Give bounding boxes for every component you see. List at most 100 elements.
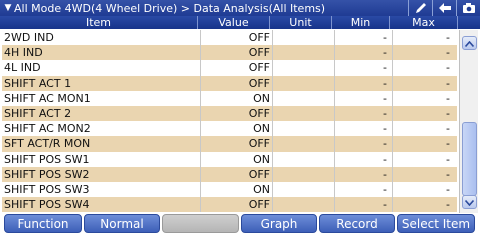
- max-cell: -: [446, 46, 450, 60]
- min-cell: -: [383, 137, 387, 151]
- chevron-up-icon: [464, 37, 475, 50]
- max-cell: -: [446, 198, 450, 212]
- max-cell: -: [446, 152, 450, 166]
- table-row[interactable]: SHIFT ACT 2 OFF - -: [2, 105, 457, 122]
- back-button[interactable]: [432, 0, 456, 16]
- min-cell: -: [383, 152, 387, 166]
- item-cell: 4H IND: [4, 46, 43, 60]
- column-divider: [392, 30, 393, 212]
- blank-button: [162, 214, 239, 233]
- table-row[interactable]: 4H IND OFF - -: [2, 45, 457, 61]
- value-cell: ON: [253, 152, 270, 166]
- max-cell: -: [446, 122, 450, 136]
- min-cell: -: [383, 198, 387, 212]
- max-cell: -: [446, 106, 450, 120]
- table-row[interactable]: SHIFT POS SW2 OFF - -: [2, 166, 457, 182]
- unit-cell: [274, 197, 332, 212]
- min-cell: -: [383, 106, 387, 120]
- column-header-min[interactable]: Min: [332, 16, 390, 29]
- table-row[interactable]: SHIFT POS SW1 ON - -: [2, 151, 457, 167]
- column-divider: [334, 30, 335, 212]
- menu-triangle-icon[interactable]: ▼: [2, 3, 14, 13]
- value-cell: OFF: [248, 106, 270, 120]
- max-cell: -: [446, 91, 450, 105]
- pen-icon: [414, 2, 428, 14]
- select-item-button[interactable]: Select Item: [397, 214, 475, 233]
- table-row[interactable]: SFT ACT/R MON OFF - -: [2, 136, 457, 152]
- unit-cell: [274, 106, 332, 121]
- value-cell: OFF: [248, 31, 270, 44]
- graph-button[interactable]: Graph: [241, 214, 317, 233]
- min-cell: -: [383, 76, 387, 90]
- table-row[interactable]: SHIFT POS SW3 ON - -: [2, 181, 457, 198]
- item-cell: SFT ACT/R MON: [4, 137, 91, 151]
- max-cell: -: [446, 167, 450, 181]
- title-bar: ▼ All Mode 4WD(4 Wheel Drive) > Data Ana…: [0, 0, 480, 16]
- table-row[interactable]: SHIFT POS SW4 OFF - -: [2, 197, 457, 212]
- item-cell: SHIFT AC MON1: [4, 91, 91, 105]
- min-cell: -: [383, 31, 387, 44]
- item-cell: SHIFT AC MON2: [4, 122, 91, 136]
- column-divider: [200, 30, 201, 212]
- item-cell: 4L IND: [4, 61, 41, 75]
- unit-cell: [274, 121, 332, 136]
- column-header-max[interactable]: Max: [390, 16, 458, 29]
- bottom-toolbar: Function Normal Graph Record Select Item: [0, 213, 480, 234]
- camera-icon: [462, 2, 476, 14]
- scroll-down-button[interactable]: [462, 195, 477, 209]
- function-button[interactable]: Function: [4, 214, 82, 233]
- max-cell: -: [446, 137, 450, 151]
- max-cell: -: [446, 31, 450, 44]
- unit-cell: [274, 167, 332, 182]
- min-cell: -: [383, 122, 387, 136]
- data-table: 2WD IND OFF - - 4H IND OFF - - 4L IND OF…: [2, 30, 457, 212]
- item-cell: SHIFT ACT 1: [4, 76, 72, 90]
- scroll-up-button[interactable]: [462, 36, 477, 50]
- column-header-value[interactable]: Value: [198, 16, 270, 29]
- unit-cell: [274, 60, 332, 75]
- pen-button[interactable]: [408, 0, 432, 16]
- value-cell: OFF: [248, 46, 270, 60]
- scroll-thumb[interactable]: [462, 122, 477, 196]
- screenshot-button[interactable]: [456, 0, 480, 16]
- max-cell: -: [446, 76, 450, 90]
- table-header: Item Value Unit Min Max: [0, 16, 480, 29]
- table-row[interactable]: SHIFT AC MON2 ON - -: [2, 121, 457, 137]
- unit-cell: [274, 30, 332, 45]
- column-header-unit[interactable]: Unit: [270, 16, 332, 29]
- table-row[interactable]: SHIFT AC MON1 ON - -: [2, 90, 457, 106]
- record-button[interactable]: Record: [319, 214, 395, 233]
- page-title: All Mode 4WD(4 Wheel Drive) > Data Analy…: [14, 1, 326, 15]
- min-cell: -: [383, 182, 387, 196]
- normal-button[interactable]: Normal: [84, 214, 160, 233]
- value-cell: OFF: [248, 198, 270, 212]
- unit-cell: [274, 45, 332, 60]
- min-cell: -: [383, 46, 387, 60]
- value-cell: ON: [253, 91, 270, 105]
- item-cell: SHIFT POS SW4: [4, 198, 90, 212]
- unit-cell: [274, 91, 332, 106]
- item-cell: 2WD IND: [4, 31, 54, 44]
- unit-cell: [274, 182, 332, 197]
- table-row[interactable]: 2WD IND OFF - -: [2, 30, 457, 46]
- value-cell: ON: [253, 182, 270, 196]
- column-header-item[interactable]: Item: [0, 16, 198, 29]
- value-cell: ON: [253, 122, 270, 136]
- chevron-down-icon: [464, 196, 475, 209]
- vertical-scrollbar[interactable]: [459, 30, 478, 213]
- min-cell: -: [383, 167, 387, 181]
- unit-cell: [274, 136, 332, 151]
- min-cell: -: [383, 61, 387, 75]
- value-cell: OFF: [248, 137, 270, 151]
- item-cell: SHIFT POS SW2: [4, 167, 90, 181]
- unit-cell: [274, 76, 332, 91]
- table-row[interactable]: SHIFT ACT 1 OFF - -: [2, 75, 457, 91]
- value-cell: OFF: [248, 167, 270, 181]
- column-divider: [272, 30, 273, 212]
- item-cell: SHIFT POS SW3: [4, 182, 90, 196]
- table-row[interactable]: 4L IND OFF - -: [2, 60, 457, 76]
- item-cell: SHIFT ACT 2: [4, 106, 72, 120]
- min-cell: -: [383, 91, 387, 105]
- value-cell: OFF: [248, 76, 270, 90]
- item-cell: SHIFT POS SW1: [4, 152, 90, 166]
